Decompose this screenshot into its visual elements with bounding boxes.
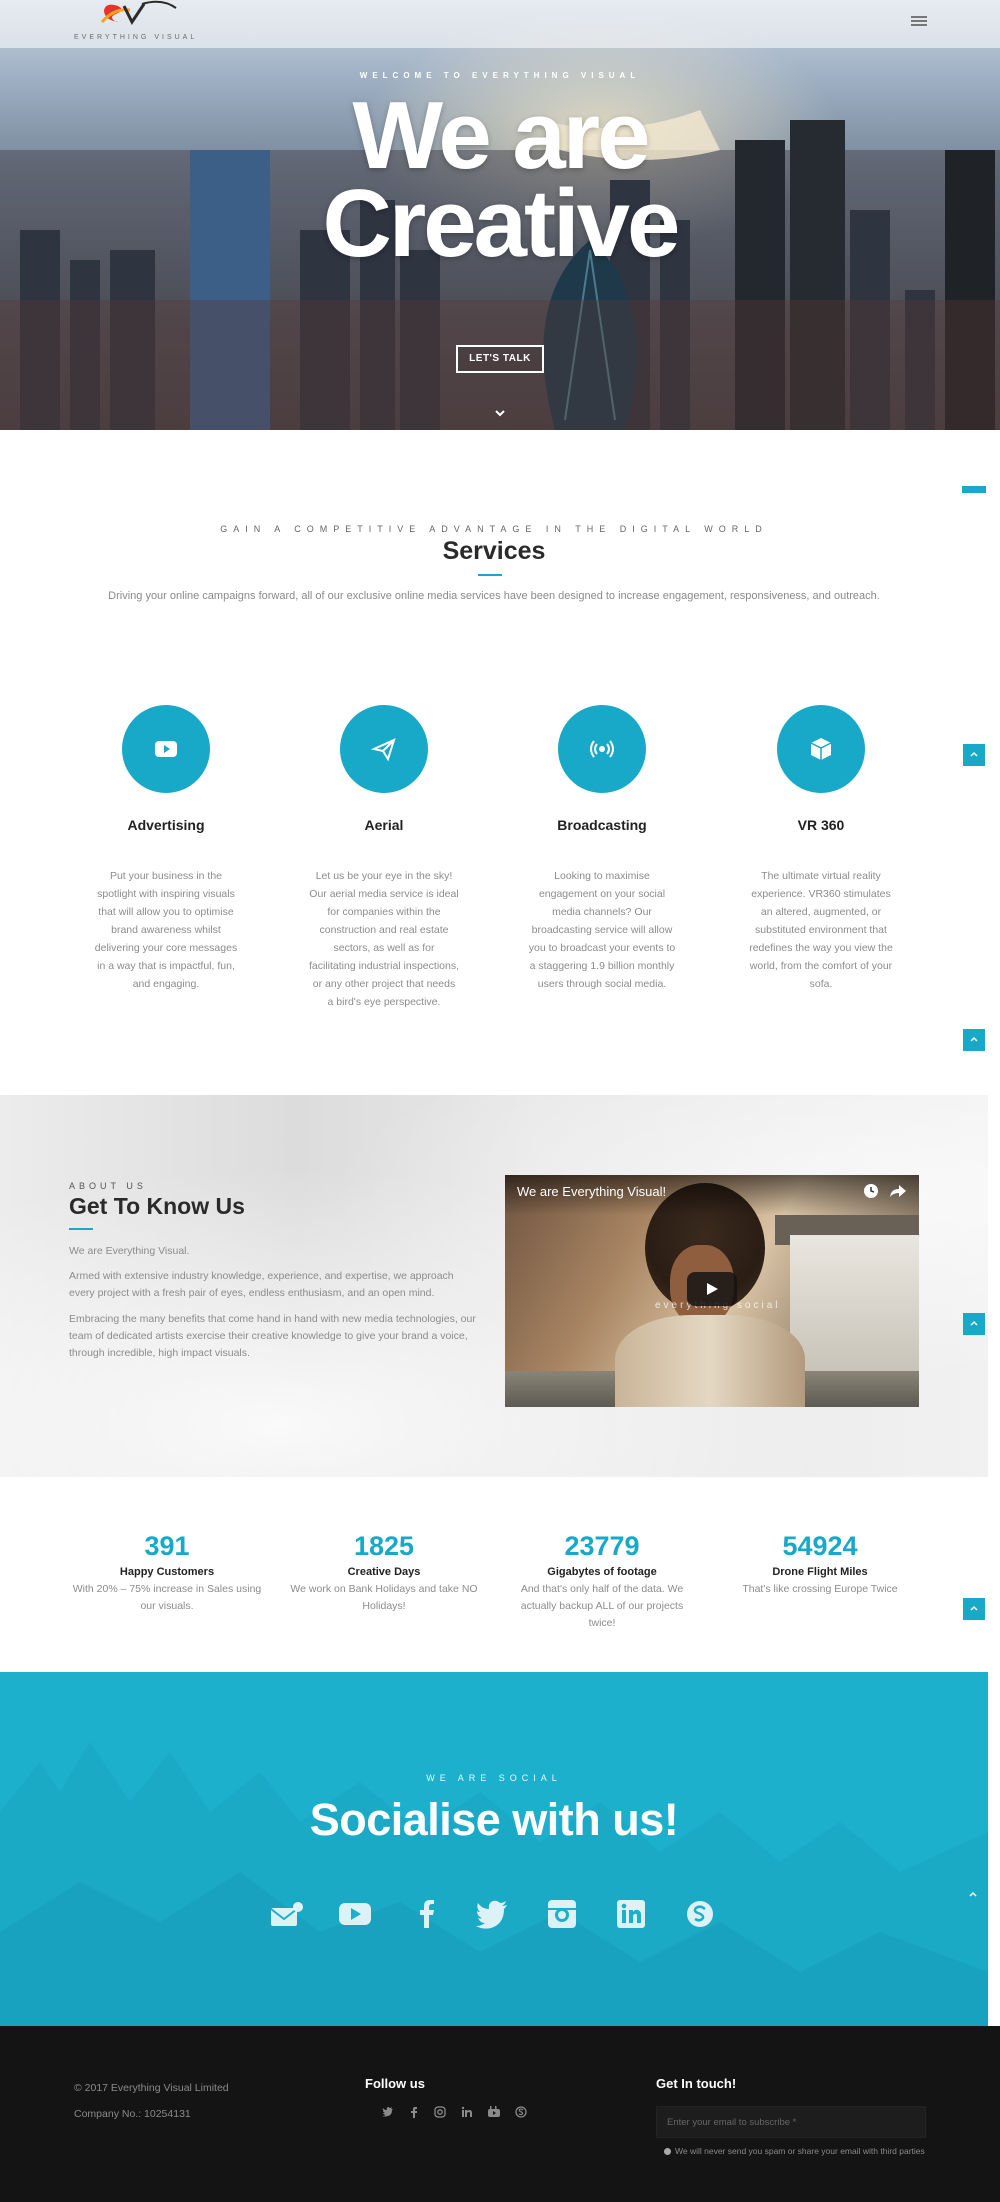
video-title[interactable]: We are Everything Visual! [517,1184,666,1199]
watch-later-icon[interactable] [863,1183,879,1199]
instagram-icon[interactable] [434,2106,446,2118]
service-name: VR 360 [797,817,845,833]
stat-label: Creative Days [347,1566,421,1578]
hero-eyebrow: WELCOME TO EVERYTHING VISUAL [359,71,641,80]
linkedin-icon[interactable] [461,2106,473,2118]
privacy-note-text: We will never send you spam or share you… [675,2146,925,2156]
hamburger-icon[interactable] [911,14,927,28]
about-title: Get To Know Us [69,1193,245,1219]
chevron-up-icon [970,751,978,757]
service-card-aerial: Aerial Let us be your eye in the sky! Ou… [299,705,469,1011]
scroll-up-button[interactable] [963,1313,985,1335]
scroll-up-button[interactable] [962,1884,984,1906]
service-name: Advertising [127,817,205,833]
video-thumbnail-person-body [615,1315,805,1407]
get-in-touch-heading: Get In touch! [656,2076,737,2091]
play-icon [707,1283,718,1295]
linkedin-icon[interactable] [614,1899,648,1929]
hero-section: EVERYTHING VISUAL WELCOME TO EVERYTHING … [0,0,1000,430]
info-icon [664,2148,671,2155]
lets-talk-button[interactable]: LET'S TALK [456,345,544,373]
stat-description: With 20% – 75% increase in Sales using o… [72,1583,262,1612]
broadcast-icon [558,705,646,793]
twitter-icon[interactable] [382,2106,394,2118]
scroll-up-button[interactable] [963,744,985,766]
email-icon[interactable] [270,1899,304,1929]
brand-logo-text: EVERYTHING VISUAL [74,34,198,41]
hero-title-line2: Creative [322,170,681,277]
stat-gigabytes: 23779 Gigabytes of footage And that's on… [507,1530,697,1632]
company-number: Company No.: 10254131 [74,2108,191,2120]
follow-us-heading: Follow us [365,2076,425,2091]
stat-number: 1825 [353,1531,415,1561]
chevron-up-icon [970,1036,978,1042]
social-section: WE ARE SOCIAL Socialise with us! [0,1672,988,2026]
services-title: Services [442,537,546,565]
stat-description: That's like crossing Europe Twice [742,1583,898,1595]
social-background-image [0,1742,988,2026]
copyright-text: © 2017 Everything Visual Limited [74,2082,229,2094]
about-title-underline [69,1228,93,1230]
social-title: Socialise with us! [309,1794,679,1845]
play-icon [122,705,210,793]
service-description: Let us be your eye in the sky! Our aeria… [309,870,459,1008]
scroll-up-button[interactable] [963,1029,985,1051]
about-paragraph: Embracing the many benefits that come ha… [69,1313,476,1359]
stat-description: We work on Bank Holidays and take NO Hol… [290,1583,478,1612]
stat-number: 391 [144,1531,190,1561]
play-button[interactable] [687,1272,737,1306]
stat-number: 23779 [564,1531,640,1561]
services-intro: Driving your online campaigns forward, a… [108,590,880,602]
about-paragraph: Armed with extensive industry knowledge,… [69,1270,454,1299]
chevron-up-icon [970,1320,978,1326]
hero-title: We are Creative [0,82,1000,277]
about-paragraph: We are Everything Visual. [69,1245,190,1257]
share-icon[interactable] [889,1183,907,1199]
services-title-underline [478,574,502,576]
video-player[interactable]: We are Everything Visual! everything soc… [505,1175,919,1407]
stat-description: And that's only half of the data. We act… [520,1583,684,1629]
stat-creative-days: 1825 Creative Days We work on Bank Holid… [289,1530,479,1615]
chevron-down-icon[interactable] [493,408,507,418]
paper-plane-icon [340,705,428,793]
footer: © 2017 Everything Visual Limited Company… [0,2026,1000,2202]
service-name: Broadcasting [557,817,647,833]
service-name: Aerial [364,817,404,833]
stat-label: Happy Customers [119,1566,215,1578]
about-section: ABOUT US Get To Know Us We are Everythin… [0,1095,988,1477]
skype-icon[interactable] [515,2106,527,2118]
video-thumbnail-building [790,1235,919,1375]
about-eyebrow: ABOUT US [69,1181,147,1191]
chevron-up-icon [970,1605,978,1611]
facebook-icon[interactable] [408,2106,420,2118]
youtube-icon[interactable] [488,2106,500,2118]
scroll-up-button[interactable] [963,1598,985,1620]
social-eyebrow: WE ARE SOCIAL [426,1773,562,1783]
service-card-broadcasting: Broadcasting Looking to maximise engagem… [517,705,687,993]
chevron-up-icon [969,1891,977,1897]
service-description: Looking to maximise engagement on your s… [528,870,676,990]
stat-number: 54924 [782,1531,858,1561]
stat-drone-miles: 54924 Drone Flight Miles That's like cro… [725,1530,915,1598]
service-description: The ultimate virtual reality experience.… [749,870,893,990]
email-subscribe-input[interactable] [656,2106,926,2138]
facebook-icon[interactable] [410,1899,444,1929]
cube-icon [777,705,865,793]
service-description: Put your business in the spotlight with … [94,870,238,990]
instagram-icon[interactable] [545,1899,579,1929]
services-eyebrow: GAIN A COMPETITIVE ADVANTAGE IN THE DIGI… [220,524,768,534]
stat-label: Drone Flight Miles [772,1566,868,1578]
stat-happy-customers: 391 Happy Customers With 20% – 75% incre… [72,1530,262,1615]
hero-title-line1: We are [352,82,650,189]
side-tab-marker[interactable] [962,486,986,493]
service-card-advertising: Advertising Put your business in the spo… [81,705,251,993]
stat-label: Gigabytes of footage [547,1566,657,1578]
service-card-vr360: VR 360 The ultimate virtual reality expe… [736,705,906,993]
privacy-note: We will never send you spam or share you… [664,2146,925,2156]
skype-icon[interactable] [683,1899,717,1929]
youtube-icon[interactable] [338,1899,372,1929]
twitter-icon[interactable] [475,1899,509,1929]
